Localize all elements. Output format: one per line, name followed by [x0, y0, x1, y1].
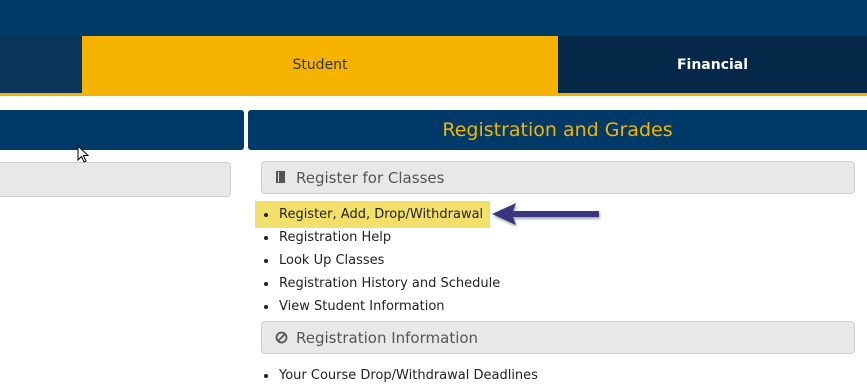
registration-info-links: Your Course Drop/Withdrawal Deadlines [261, 364, 538, 387]
left-section-bar [0, 162, 231, 197]
link-look-up-classes[interactable]: Look Up Classes [261, 249, 500, 272]
section-title: Register for Classes [296, 168, 445, 187]
pointer-arrow-icon [492, 203, 599, 225]
link-drop-deadlines[interactable]: Your Course Drop/Withdrawal Deadlines [261, 364, 538, 387]
registration-information-header: Registration Information [261, 321, 855, 354]
registration-panel-header: Registration and Grades [248, 110, 867, 150]
link-registration-help[interactable]: Registration Help [261, 226, 500, 249]
section-title: Registration Information [296, 328, 479, 347]
tab-student[interactable]: Student [82, 36, 558, 93]
register-for-classes-header: Register for Classes [261, 161, 855, 194]
main-tab-bar: Student Financial [0, 36, 867, 93]
link-view-student-info[interactable]: View Student Information [261, 295, 500, 318]
tab-previous[interactable] [0, 36, 82, 93]
register-links: Register, Add, Drop/Withdrawal Registrat… [261, 203, 500, 318]
tab-underline [0, 93, 867, 96]
circle-slash-icon [274, 331, 288, 345]
left-panel-header [0, 110, 244, 150]
mouse-cursor-icon [77, 145, 90, 163]
top-banner [0, 0, 867, 36]
book-icon [274, 171, 288, 185]
tab-financial[interactable]: Financial [558, 36, 867, 93]
link-registration-history[interactable]: Registration History and Schedule [261, 272, 500, 295]
link-register-add-drop[interactable]: Register, Add, Drop/Withdrawal [261, 203, 500, 226]
